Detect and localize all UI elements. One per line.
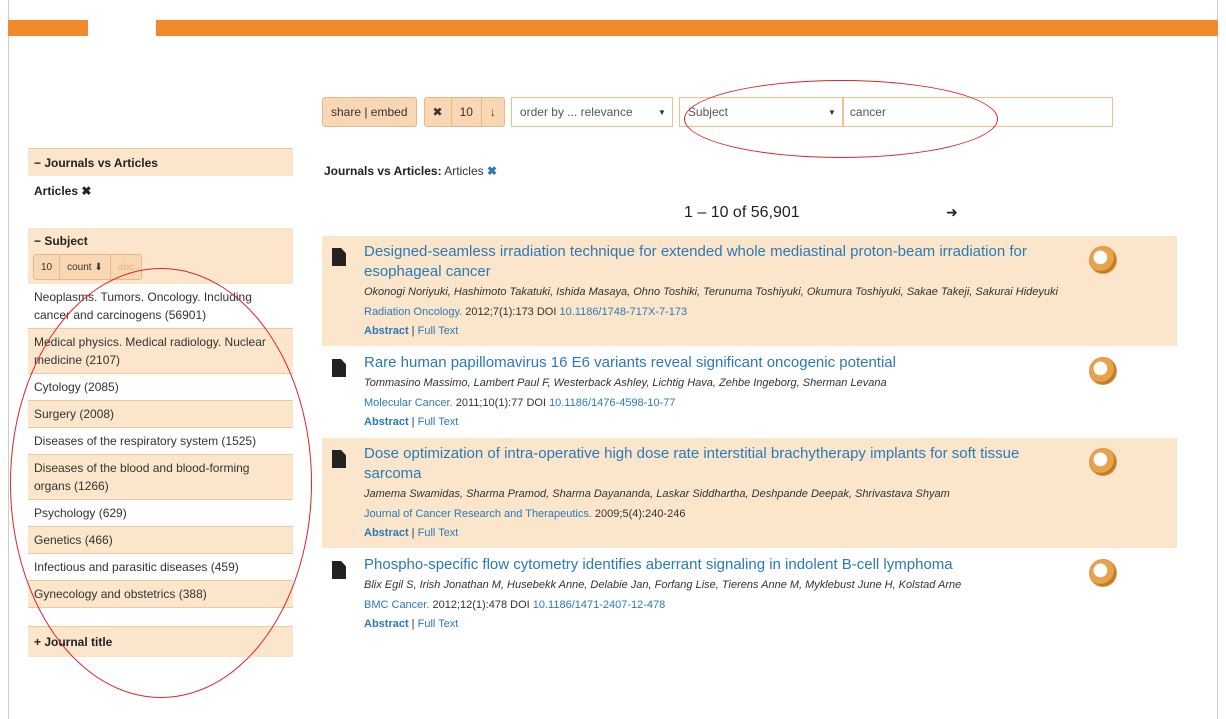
- link-separator: |: [408, 325, 418, 337]
- top-nav-bar: [8, 20, 1218, 36]
- subject-facet-header: − Subject 10 count ⬇ abc: [28, 228, 293, 284]
- result-doi[interactable]: 10.1186/1748-717X-7-173: [559, 306, 687, 318]
- document-icon: [332, 359, 346, 377]
- result-citation: 2009;5(4):240-246: [591, 508, 686, 520]
- sort-by-count-button[interactable]: count ⬇: [59, 254, 111, 280]
- order-by-label: order by ... relevance: [519, 105, 633, 119]
- result-citation: 2011;10(1):77 DOI: [452, 397, 550, 409]
- result-source: Radiation Oncology. 2012;7(1):173 DOI 10…: [364, 302, 1077, 322]
- result-citation: 2012;7(1):173 DOI: [462, 306, 560, 318]
- facet-header-journals-vs-articles[interactable]: − Journals vs Articles: [28, 148, 293, 176]
- subject-item[interactable]: Genetics (466): [28, 527, 293, 554]
- result-title[interactable]: Designed-seamless irradiation technique …: [364, 242, 1077, 282]
- filter-value: Articles: [444, 164, 484, 178]
- result-item: Phospho-specific flow cytometry identifi…: [322, 549, 1177, 640]
- result-authors: Blix Egil S, Irish Jonathan M, Husebekk …: [364, 579, 962, 591]
- active-filter-articles[interactable]: Articles ✖: [28, 176, 293, 206]
- sort-alpha-button[interactable]: abc: [109, 254, 142, 280]
- result-journal[interactable]: Radiation Oncology.: [364, 306, 462, 318]
- facet-header-subject[interactable]: − Subject: [34, 234, 287, 248]
- next-page-icon[interactable]: ➜: [946, 204, 958, 221]
- result-doi[interactable]: 10.1186/1476-4598-10-77: [549, 397, 675, 409]
- active-filters: Journals vs Articles: Articles ✖: [324, 164, 497, 178]
- result-authors: Okonogi Noriyuki, Hashimoto Takatuki, Is…: [364, 286, 1058, 298]
- abstract-link[interactable]: Abstract: [364, 618, 409, 630]
- result-links: Abstract | Full Text: [364, 524, 1077, 542]
- link-separator: |: [408, 527, 418, 539]
- abstract-link[interactable]: Abstract: [364, 325, 409, 337]
- result-links: Abstract | Full Text: [364, 413, 1077, 431]
- result-links: Abstract | Full Text: [364, 322, 1077, 340]
- search-input[interactable]: [842, 97, 1113, 127]
- subject-item[interactable]: Gynecology and obstetrics (388): [28, 581, 293, 608]
- facet-sidebar: − Journals vs Articles Articles ✖ − Subj…: [28, 148, 293, 657]
- document-icon: [332, 561, 346, 579]
- result-journal[interactable]: Journal of Cancer Research and Therapeut…: [364, 508, 592, 520]
- search-field-label: Subject: [687, 105, 728, 119]
- full-text-link[interactable]: Full Text: [418, 416, 459, 428]
- result-links: Abstract | Full Text: [364, 615, 1077, 633]
- result-doi[interactable]: 10.1186/1471-2407-12-478: [533, 599, 666, 611]
- abstract-link[interactable]: Abstract: [364, 416, 409, 428]
- result-controls: ✖ 10 ↓: [423, 97, 505, 127]
- result-authors: Jamema Swamidas, Sharma Pramod, Sharma D…: [364, 488, 950, 500]
- result-journal[interactable]: BMC Cancer.: [364, 599, 429, 611]
- open-access-icon[interactable]: [1089, 357, 1117, 385]
- result-item: Designed-seamless irradiation technique …: [322, 236, 1177, 347]
- full-text-link[interactable]: Full Text: [418, 325, 459, 337]
- subject-list: Neoplasms. Tumors. Oncology. Including c…: [28, 284, 293, 608]
- sort-direction-icon[interactable]: ↓: [480, 97, 505, 127]
- result-title[interactable]: Rare human papillomavirus 16 E6 variants…: [364, 353, 1077, 373]
- result-source: Molecular Cancer. 2011;10(1):77 DOI 10.1…: [364, 393, 1077, 413]
- subject-item[interactable]: Surgery (2008): [28, 401, 293, 428]
- remove-filter-icon[interactable]: ✖: [487, 164, 497, 178]
- result-citation: 2012;12(1):478 DOI: [429, 599, 533, 611]
- subject-item[interactable]: Neoplasms. Tumors. Oncology. Including c…: [28, 284, 293, 329]
- full-text-link[interactable]: Full Text: [418, 527, 459, 539]
- share-embed-button[interactable]: share | embed: [322, 97, 417, 127]
- subject-sort-buttons: 10 count ⬇ abc: [33, 254, 287, 280]
- abstract-link[interactable]: Abstract: [364, 527, 409, 539]
- result-source: Journal of Cancer Research and Therapeut…: [364, 504, 1077, 524]
- search-toolbar: share | embed ✖ 10 ↓ order by ... releva…: [322, 96, 1113, 128]
- result-source: BMC Cancer. 2012;12(1):478 DOI 10.1186/1…: [364, 595, 1077, 615]
- result-authors: Tommasino Massimo, Lambert Paul F, Weste…: [364, 377, 887, 389]
- nav-tab-active[interactable]: [88, 20, 156, 36]
- document-icon: [332, 450, 346, 468]
- link-separator: |: [408, 416, 418, 428]
- subject-item[interactable]: Cytology (2085): [28, 374, 293, 401]
- chevron-down-icon: ▼: [658, 107, 666, 117]
- result-count: 1 – 10 of 56,901: [684, 204, 800, 221]
- subject-item[interactable]: Psychology (629): [28, 500, 293, 527]
- facet-spacer: [28, 206, 293, 228]
- open-access-icon[interactable]: [1089, 448, 1117, 476]
- subject-item[interactable]: Medical physics. Medical radiology. Nucl…: [28, 329, 293, 374]
- result-item: Rare human papillomavirus 16 E6 variants…: [322, 347, 1177, 438]
- result-journal[interactable]: Molecular Cancer.: [364, 397, 453, 409]
- subject-item[interactable]: Infectious and parasitic diseases (459): [28, 554, 293, 581]
- subject-limit-button[interactable]: 10: [33, 254, 61, 280]
- open-access-icon[interactable]: [1089, 559, 1117, 587]
- link-separator: |: [408, 618, 418, 630]
- facet-header-journal-title[interactable]: + Journal title: [28, 626, 293, 657]
- rows-per-page-button[interactable]: 10: [450, 97, 482, 127]
- chevron-down-icon: ▼: [828, 107, 836, 117]
- search-field-select[interactable]: Subject ▼: [678, 97, 843, 127]
- document-icon: [332, 248, 346, 266]
- subject-item[interactable]: Diseases of the respiratory system (1525…: [28, 428, 293, 455]
- filter-label: Journals vs Articles:: [324, 164, 442, 178]
- open-access-icon[interactable]: [1089, 246, 1117, 274]
- result-item: Dose optimization of intra-operative hig…: [322, 438, 1177, 549]
- clear-icon[interactable]: ✖: [423, 97, 452, 127]
- subject-item[interactable]: Diseases of the blood and blood-forming …: [28, 455, 293, 500]
- full-text-link[interactable]: Full Text: [418, 618, 459, 630]
- result-title[interactable]: Phospho-specific flow cytometry identifi…: [364, 555, 1077, 575]
- results-list: Designed-seamless irradiation technique …: [322, 236, 1177, 640]
- result-title[interactable]: Dose optimization of intra-operative hig…: [364, 444, 1077, 484]
- order-by-select[interactable]: order by ... relevance ▼: [510, 97, 673, 127]
